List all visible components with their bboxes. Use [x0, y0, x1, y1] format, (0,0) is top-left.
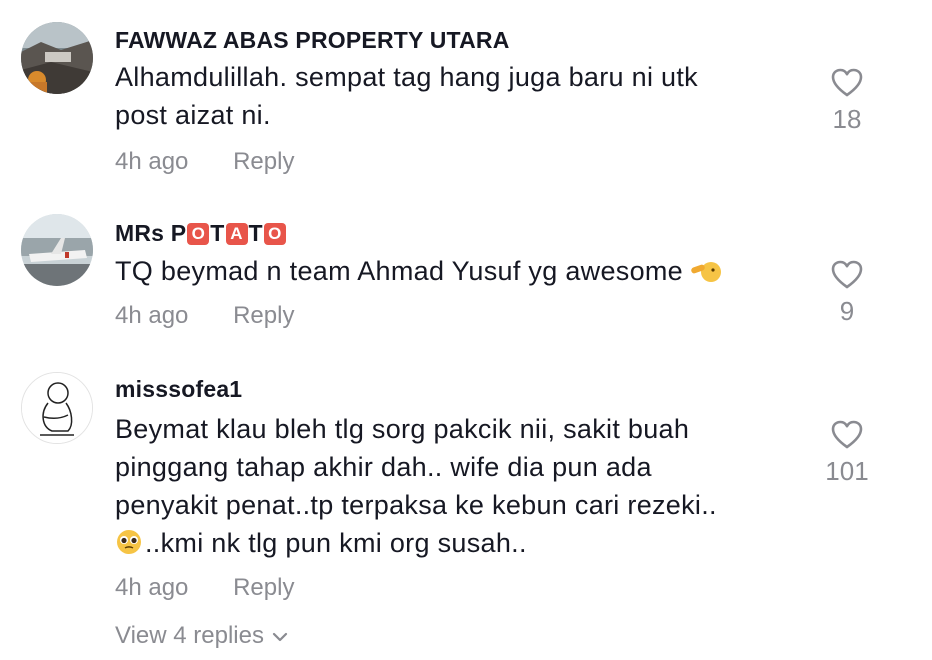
avatar[interactable] — [21, 22, 93, 94]
comment-timestamp: 4h ago — [115, 574, 189, 601]
comment-text-line: Alhamdulillah. sempat tag hang juga baru… — [115, 62, 698, 92]
comment-username[interactable]: FAWWAZ ABAS PROPERTY UTARA — [115, 27, 510, 54]
chevron-down-icon — [272, 632, 288, 641]
pleading-face-emoji-icon — [115, 528, 143, 566]
comment-meta: 4h ago Reply — [115, 148, 294, 176]
username-text: T — [248, 220, 263, 246]
username-text: MRs P — [115, 220, 187, 246]
comment-meta: 4h ago Reply — [115, 574, 294, 602]
comment-username[interactable]: MRs POTATO — [115, 220, 287, 247]
saluting-hand-emoji-icon — [691, 256, 721, 294]
reply-button[interactable]: Reply — [233, 574, 294, 601]
comment-text: Alhamdulillah. sempat tag hang juga baru… — [115, 58, 795, 134]
like-count: 101 — [825, 456, 869, 486]
comment-timestamp: 4h ago — [115, 148, 189, 175]
comment-text-line-with-emoji: ..kmi nk tlg pun kmi org susah.. — [115, 524, 795, 566]
like-control: 18 — [806, 68, 888, 135]
comment-username[interactable]: misssofea1 — [115, 376, 242, 403]
comment-list: FAWWAZ ABAS PROPERTY UTARA Alhamdulillah… — [0, 0, 932, 660]
comment-text-line: TQ beymad n team Ahmad Yusuf yg awesome — [115, 256, 683, 286]
comment-text-line: penyakit penat..tp terpaksa ke kebun car… — [115, 490, 717, 520]
comment-text-line: ..kmi nk tlg pun kmi org susah.. — [145, 528, 527, 558]
reply-button[interactable]: Reply — [233, 302, 294, 329]
airport-photo-avatar-icon — [21, 214, 93, 286]
comment-timestamp: 4h ago — [115, 302, 189, 329]
username-badge: O — [263, 223, 286, 245]
heart-icon[interactable] — [831, 420, 863, 450]
comment-text-line: post aizat ni. — [115, 100, 271, 130]
comment-text: TQ beymad n team Ahmad Yusuf yg awesome — [115, 252, 795, 294]
comment-meta: 4h ago Reply — [115, 302, 294, 330]
view-replies-label: View 4 replies — [115, 622, 264, 649]
heart-icon[interactable] — [831, 260, 863, 290]
outdoor-photo-avatar-icon — [21, 22, 93, 94]
like-count: 18 — [832, 104, 862, 134]
view-replies-button[interactable]: View 4 replies — [115, 622, 288, 650]
like-count: 9 — [839, 296, 855, 326]
comment-text: Beymat klau bleh tlg sorg pakcik nii, sa… — [115, 410, 795, 566]
like-control: 9 — [806, 260, 888, 327]
avatar[interactable] — [21, 214, 93, 286]
username-text: T — [210, 220, 225, 246]
like-control: 101 — [806, 420, 888, 487]
username-badge: A — [225, 223, 248, 245]
avatar[interactable] — [21, 372, 93, 444]
sketch-figure-avatar-icon — [22, 373, 92, 443]
username-badge: O — [187, 223, 210, 245]
heart-icon[interactable] — [831, 68, 863, 98]
reply-button[interactable]: Reply — [233, 148, 294, 175]
comment-text-line: pinggang tahap akhir dah.. wife dia pun … — [115, 452, 652, 482]
comment-text-line: Beymat klau bleh tlg sorg pakcik nii, sa… — [115, 414, 690, 444]
